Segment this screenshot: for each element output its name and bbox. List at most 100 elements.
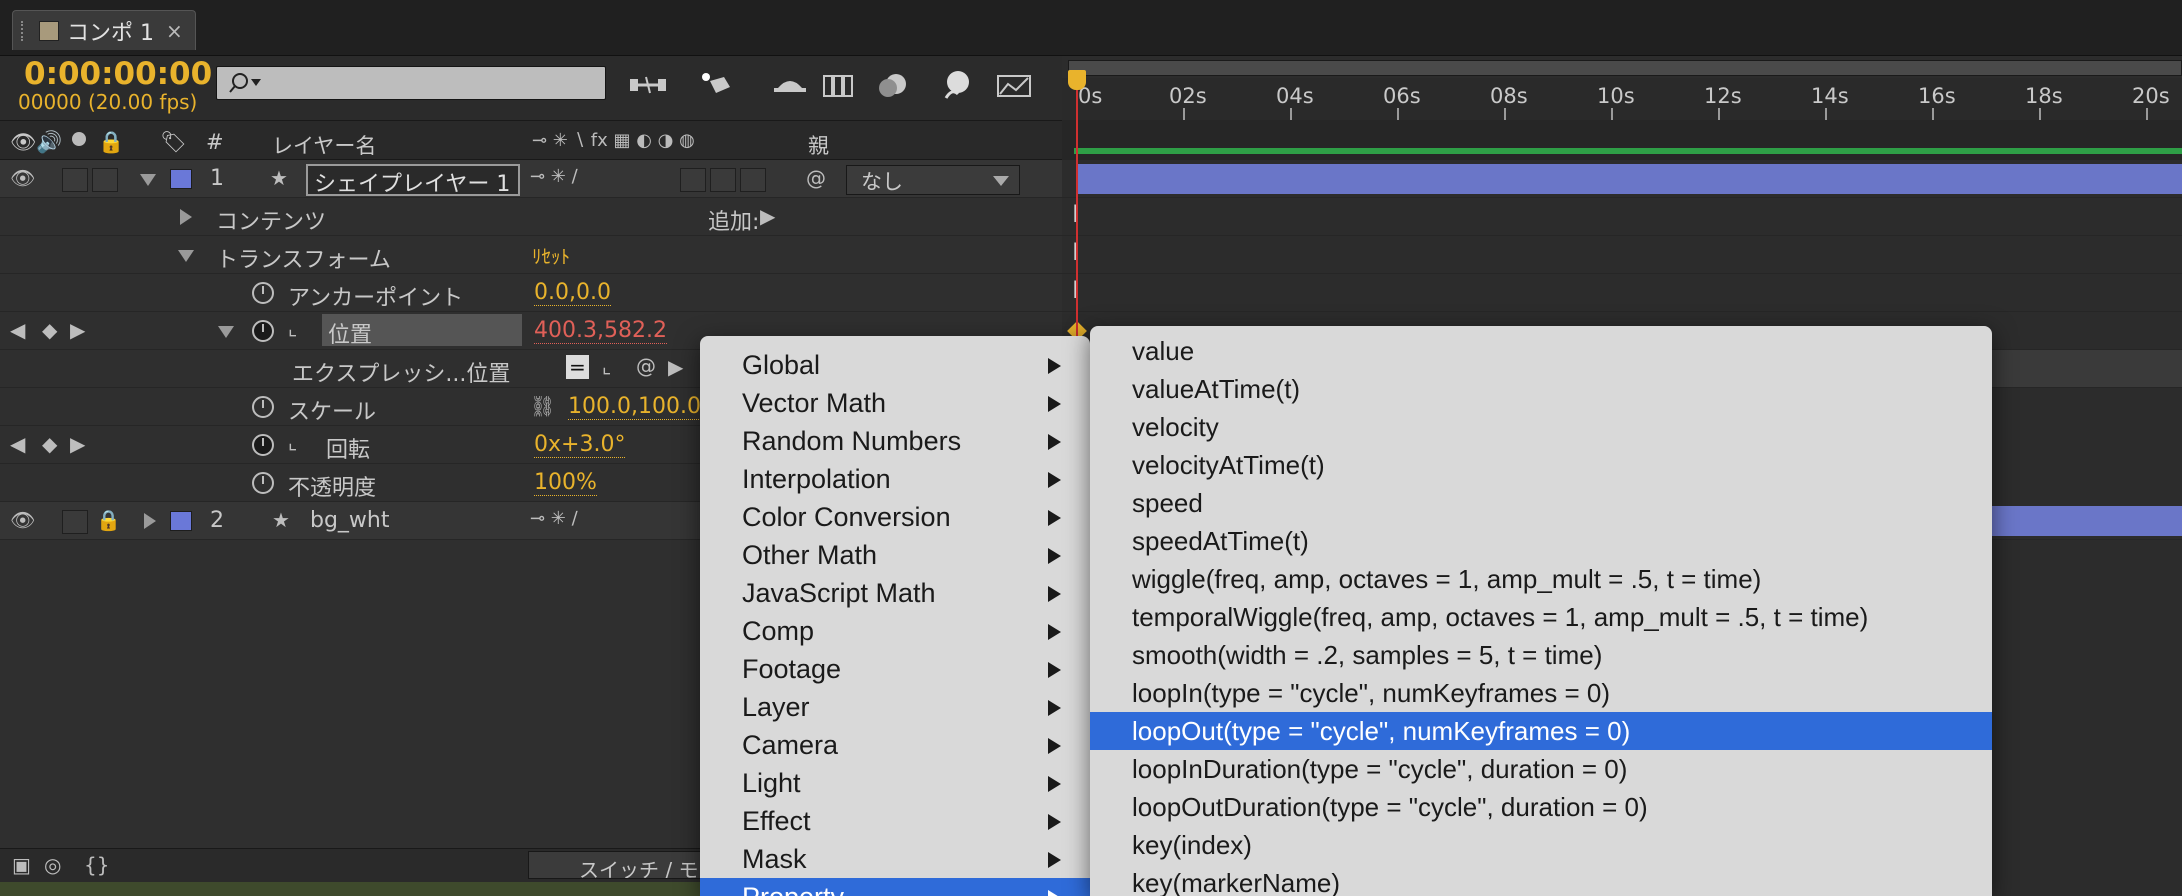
lock-icon[interactable]: 🔒 <box>96 508 121 532</box>
add-keyframe-icon[interactable]: ◆ <box>42 318 57 342</box>
switch-box[interactable] <box>710 168 736 192</box>
stopwatch-icon[interactable] <box>252 396 274 418</box>
eye-icon[interactable]: 👁 <box>10 508 35 532</box>
expand-icon[interactable] <box>144 513 156 529</box>
menu-item-category[interactable]: Global <box>700 346 1090 384</box>
flowchart-toggle-icon[interactable]: {} <box>84 853 109 877</box>
switch-box[interactable] <box>740 168 766 192</box>
time-ruler[interactable]: 0s 02s 04s 06s 08s 10s 12s 14s 16s 18s 20s <box>1062 78 2182 120</box>
graph-editor-icon[interactable] <box>936 66 980 104</box>
graph-icon[interactable]: ⌞ <box>288 430 297 454</box>
menu-item-category[interactable]: Effect <box>700 802 1090 840</box>
next-keyframe-icon[interactable]: ▶ <box>70 432 85 456</box>
expand-icon[interactable] <box>180 209 192 225</box>
menu-item-property[interactable]: loopOut(type = "cycle", numKeyframes = 0… <box>1090 712 1992 750</box>
expression-enable-icon[interactable]: = <box>566 355 589 379</box>
layer-duration-bar[interactable] <box>1078 164 2182 194</box>
property-row-transform[interactable]: トランスフォーム ﾘｾｯﾄ <box>0 236 1062 274</box>
label-color[interactable] <box>170 169 192 189</box>
expand-icon[interactable] <box>140 174 156 186</box>
menu-item-property[interactable]: velocity <box>1090 408 1992 446</box>
motion-blur-icon[interactable] <box>872 66 916 104</box>
menu-item-category[interactable]: Other Math <box>700 536 1090 574</box>
current-timecode[interactable]: 0:00:00:00 <box>24 56 212 92</box>
add-keyframe-icon[interactable]: ◆ <box>42 432 57 456</box>
layer-row-1[interactable]: 👁 1 ★ シェイプレイヤー 1 ⊸ ✳ ∕ @ なし <box>0 160 1062 198</box>
opacity-value[interactable]: 100% <box>534 470 597 496</box>
audio-icon[interactable]: 🔊 <box>36 130 62 155</box>
video-eye-icon[interactable]: 👁 <box>10 130 37 155</box>
menu-item-category[interactable]: Camera <box>700 726 1090 764</box>
solo-box[interactable] <box>62 510 88 534</box>
grip-icon[interactable] <box>21 20 27 41</box>
menu-item-property[interactable]: smooth(width = .2, samples = 5, t = time… <box>1090 636 1992 674</box>
column-parent[interactable]: 親 <box>808 130 829 160</box>
menu-item-property[interactable]: value <box>1090 332 1992 370</box>
menu-item-property[interactable]: valueAtTime(t) <box>1090 370 1992 408</box>
brainstorm-icon[interactable] <box>992 66 1036 104</box>
parent-select[interactable]: なし <box>846 165 1020 195</box>
lock-box[interactable] <box>92 168 118 192</box>
position-value[interactable]: 400.3,582.2 <box>534 318 667 344</box>
rotation-value[interactable]: 0x+3.0° <box>534 432 626 458</box>
menu-item-property[interactable]: key(markerName) <box>1090 864 1992 896</box>
frame-blending-icon[interactable] <box>818 66 862 104</box>
stopwatch-icon[interactable] <box>252 320 274 342</box>
menu-item-category[interactable]: Comp <box>700 612 1090 650</box>
prev-keyframe-icon[interactable]: ◀ <box>10 432 25 456</box>
menu-item-property[interactable]: speedAtTime(t) <box>1090 522 1992 560</box>
next-keyframe-icon[interactable]: ▶ <box>70 318 85 342</box>
eye-icon[interactable]: 👁 <box>10 166 35 190</box>
anchor-value[interactable]: 0.0,0.0 <box>534 280 611 306</box>
layer-name[interactable]: bg_wht <box>310 508 390 533</box>
render-time-icon[interactable]: ▣ <box>12 853 31 877</box>
menu-item-property[interactable]: key(index) <box>1090 826 1992 864</box>
menu-item-property[interactable]: speed <box>1090 484 1992 522</box>
solo-box[interactable] <box>62 168 88 192</box>
menu-item-category[interactable]: Light <box>700 764 1090 802</box>
stopwatch-icon[interactable] <box>252 472 274 494</box>
menu-item-category[interactable]: Color Conversion <box>700 498 1090 536</box>
tab-comp[interactable]: コンポ 1 × <box>12 10 196 50</box>
label-color[interactable] <box>170 511 192 531</box>
work-area-bar[interactable] <box>1062 120 2182 160</box>
pickwhip-icon[interactable]: @ <box>806 166 826 190</box>
reset-link[interactable]: ﾘｾｯﾄ <box>532 242 570 269</box>
menu-item-property[interactable]: temporalWiggle(freq, amp, octaves = 1, a… <box>1090 598 1992 636</box>
menu-item-property[interactable]: wiggle(freq, amp, octaves = 1, amp_mult … <box>1090 560 1992 598</box>
menu-item-category[interactable]: Layer <box>700 688 1090 726</box>
graph-icon[interactable]: ⌞ <box>288 316 297 340</box>
add-play-icon[interactable]: ▶ <box>760 204 775 228</box>
menu-item-category[interactable]: Random Numbers <box>700 422 1090 460</box>
menu-item-property[interactable]: loopOutDuration(type = "cycle", duration… <box>1090 788 1992 826</box>
scale-value[interactable]: 100.0,100.0 <box>568 394 701 420</box>
switch-box[interactable] <box>680 168 706 192</box>
time-navigator[interactable] <box>1068 60 2182 76</box>
menu-item-property[interactable]: loopIn(type = "cycle", numKeyframes = 0) <box>1090 674 1992 712</box>
timeline-row-layer-1[interactable] <box>1062 160 2182 198</box>
modes-toggle-icon[interactable]: ◎ <box>44 853 61 877</box>
layer-name-field[interactable]: シェイプレイヤー 1 <box>306 164 520 196</box>
playhead-handle-icon[interactable] <box>1068 70 1086 90</box>
collapse-icon[interactable] <box>218 326 234 338</box>
menu-item-category[interactable]: Footage <box>700 650 1090 688</box>
property-row-contents[interactable]: コンテンツ 追加: ▶ <box>0 198 1062 236</box>
expression-graph-icon[interactable]: ⌞ <box>602 354 611 378</box>
menu-item-category[interactable]: Mask <box>700 840 1090 878</box>
stopwatch-icon[interactable] <box>252 434 274 456</box>
close-icon[interactable]: × <box>166 19 183 43</box>
constrain-link-icon[interactable]: ⛓ <box>530 394 555 418</box>
collapse-icon[interactable] <box>178 250 194 262</box>
draft-3d-icon[interactable] <box>694 66 738 104</box>
menu-item-property[interactable]: velocityAtTime(t) <box>1090 446 1992 484</box>
layer-switch-icons[interactable]: ⊸ ✳ ∕ <box>530 166 578 187</box>
comp-flowchart-icon[interactable] <box>626 66 670 104</box>
menu-item-category[interactable]: JavaScript Math <box>700 574 1090 612</box>
expression-pickwhip-icon[interactable]: @ <box>636 354 656 378</box>
stopwatch-icon[interactable] <box>252 282 274 304</box>
shy-layers-icon[interactable] <box>768 66 812 104</box>
menu-item-category[interactable]: Vector Math <box>700 384 1090 422</box>
prev-keyframe-icon[interactable]: ◀ <box>10 318 25 342</box>
property-row-anchor[interactable]: アンカーポイント 0.0,0.0 <box>0 274 1062 312</box>
lock-icon[interactable]: 🔒 <box>98 130 124 155</box>
